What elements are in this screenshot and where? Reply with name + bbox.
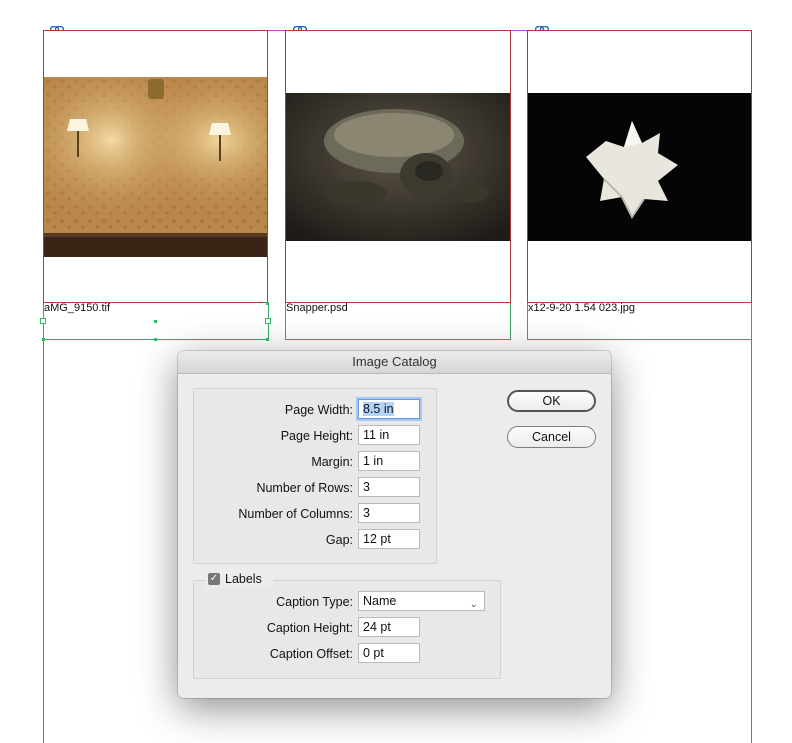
- caption-type-select[interactable]: Name ⌄: [358, 591, 485, 611]
- selection-handle[interactable]: [154, 338, 157, 341]
- image-catalog-dialog: Image Catalog Page Width: 8.5 in Page He…: [178, 351, 611, 698]
- gap-label: Gap:: [325, 533, 353, 547]
- selection-handle[interactable]: [265, 318, 271, 324]
- turtle-image: [286, 93, 510, 241]
- number-of-rows-field[interactable]: 3: [358, 477, 420, 497]
- selection-handle[interactable]: [266, 338, 269, 341]
- image-frame-1[interactable]: [43, 30, 268, 303]
- selection-handle[interactable]: [40, 318, 46, 324]
- caption-height-field[interactable]: 24 pt: [358, 617, 420, 637]
- labels-checkbox[interactable]: ✓: [208, 573, 220, 585]
- caption-text-2[interactable]: Snapper.psd: [286, 302, 348, 314]
- caption-type-label: Caption Type:: [276, 595, 353, 609]
- shell-image: [528, 93, 751, 241]
- selection-handle[interactable]: [154, 320, 157, 323]
- margin-label: Margin:: [311, 455, 353, 469]
- number-of-columns-field[interactable]: 3: [358, 503, 420, 523]
- wall-lamps-image: [44, 77, 267, 257]
- margin-field[interactable]: 1 in: [358, 451, 420, 471]
- page-width-label: Page Width:: [284, 403, 353, 417]
- image-frame-2[interactable]: [285, 30, 511, 303]
- ok-button[interactable]: OK: [507, 390, 596, 412]
- image-frame-3[interactable]: [527, 30, 752, 303]
- caption-height-label: Caption Height:: [266, 621, 353, 635]
- page-height-field[interactable]: 11 in: [358, 425, 420, 445]
- chevron-down-icon: ⌄: [469, 599, 478, 610]
- caption-offset-field[interactable]: 0 pt: [358, 643, 420, 663]
- caption-type-value: Name: [363, 594, 397, 608]
- cancel-button[interactable]: Cancel: [507, 426, 596, 448]
- labels-checkbox-label[interactable]: Labels: [225, 572, 262, 586]
- page-width-field[interactable]: 8.5 in: [358, 399, 420, 419]
- caption-offset-label: Caption Offset:: [269, 647, 353, 661]
- number-of-rows-label: Number of Rows:: [256, 481, 353, 495]
- gap-field[interactable]: 12 pt: [358, 529, 420, 549]
- page-width-value: 8.5 in: [363, 402, 394, 416]
- dialog-title: Image Catalog: [178, 351, 611, 374]
- caption-text-1[interactable]: aMG_9150.tif: [44, 302, 110, 314]
- selection-handle[interactable]: [266, 302, 269, 305]
- caption-text-3[interactable]: x12-9-20 1.54 023.jpg: [528, 302, 635, 314]
- selection-handle[interactable]: [42, 338, 45, 341]
- number-of-columns-label: Number of Columns:: [238, 507, 353, 521]
- page-height-label: Page Height:: [280, 429, 353, 443]
